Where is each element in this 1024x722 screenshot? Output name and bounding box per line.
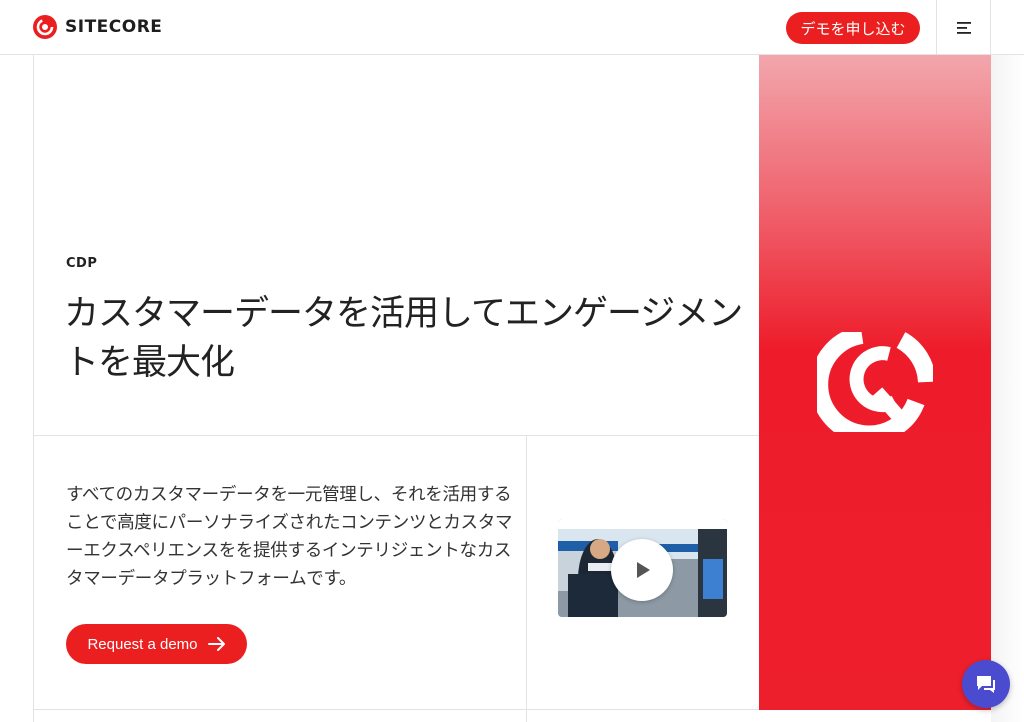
sitecore-mark-icon (817, 332, 933, 432)
page-edge-shade (991, 55, 1024, 722)
video-thumbnail[interactable] (558, 519, 727, 617)
play-button[interactable] (611, 539, 673, 601)
chat-icon (977, 676, 995, 693)
hamburger-menu-icon (956, 21, 971, 34)
brand-name: SITECORE (65, 17, 163, 37)
section-divider (33, 435, 759, 436)
menu-button[interactable] (936, 0, 991, 55)
play-icon (637, 562, 650, 578)
hero-description: すべてのカスタマーデータを一元管理し、それを活用することで高度にパーソナライズさ… (66, 485, 513, 589)
sitecore-logo-icon (33, 15, 57, 39)
content-left-border (33, 55, 34, 722)
request-demo-label: Request a demo (87, 635, 198, 653)
request-demo-button[interactable]: Request a demo (66, 624, 247, 664)
bottom-divider (33, 709, 759, 710)
sitecore-logo[interactable]: SITECORE (32, 14, 162, 40)
column-divider (526, 436, 527, 722)
chat-button[interactable] (962, 660, 1010, 708)
page-title: カスタマーデータを活用してエンゲージメントを最大化 (64, 294, 743, 383)
request-demo-header-button[interactable]: デモを申し込む (786, 12, 920, 44)
arrow-right-icon (207, 637, 225, 651)
site-header: SITECORE デモを申し込む (0, 0, 1024, 55)
product-eyebrow: CDP (66, 256, 98, 271)
